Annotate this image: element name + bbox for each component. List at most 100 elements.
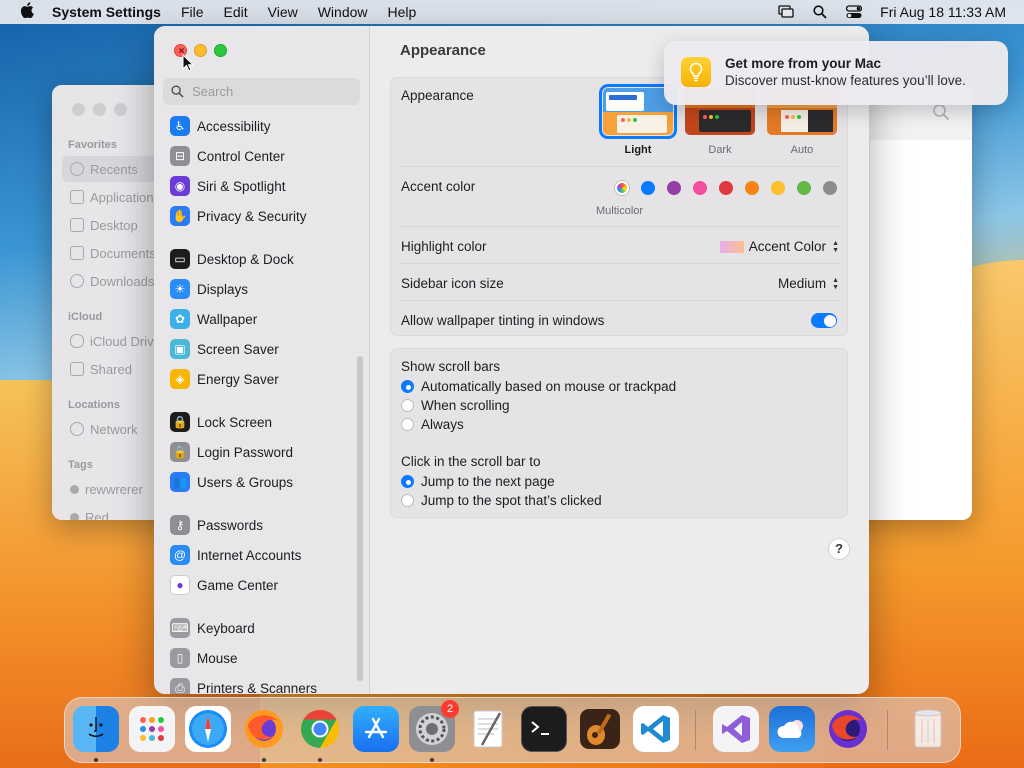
sidebar-item-passwords[interactable]: ⚷ Passwords: [162, 511, 358, 539]
finder-item-recents[interactable]: Recents: [62, 156, 162, 182]
spotlight-search-icon[interactable]: [812, 4, 828, 20]
system-settings-icon[interactable]: 2: [409, 700, 459, 752]
appearance-light-thumbnail[interactable]: [599, 84, 677, 139]
radio-unselected[interactable]: [401, 418, 414, 431]
sidebar-item-wallpaper[interactable]: ✿ Wallpaper: [162, 305, 358, 333]
sidebar-item-internet-accounts[interactable]: @ Internet Accounts: [162, 541, 358, 569]
finder-icon[interactable]: [73, 706, 119, 752]
sidebar-item-keyboard[interactable]: ⌨ Keyboard: [162, 614, 358, 642]
accent-red-swatch[interactable]: [719, 181, 733, 195]
menu-window[interactable]: Window: [318, 4, 368, 20]
control-center-icon[interactable]: [846, 4, 863, 20]
accent-purple-swatch[interactable]: [667, 181, 681, 195]
finder-search-icon[interactable]: [932, 103, 952, 123]
firefox-icon[interactable]: [241, 706, 287, 752]
accent-blue-swatch[interactable]: [641, 181, 655, 195]
mouse-cursor-icon: [182, 54, 194, 72]
scroll-bars-option-when-scrolling[interactable]: When scrolling: [401, 398, 510, 413]
terminal-icon[interactable]: [521, 706, 567, 752]
finder-item-tag-red[interactable]: Red: [62, 504, 162, 520]
finder-minimize-button[interactable]: [93, 103, 106, 116]
finder-item-tag[interactable]: rewwrerer: [62, 476, 162, 502]
accent-orange-swatch[interactable]: [745, 181, 759, 195]
app-store-icon[interactable]: [353, 706, 399, 752]
radio-label: Jump to the next page: [421, 474, 555, 489]
search-input[interactable]: [192, 84, 352, 99]
accent-yellow-swatch[interactable]: [771, 181, 785, 195]
finder-item-shared[interactable]: Shared: [62, 356, 162, 382]
sidebar-item-login-password[interactable]: 🔒 Login Password: [162, 438, 358, 466]
chrome-icon[interactable]: [297, 706, 343, 752]
accent-graphite-swatch[interactable]: [823, 181, 837, 195]
radio-unselected[interactable]: [401, 494, 414, 507]
screen-mirroring-icon[interactable]: [778, 4, 794, 20]
sidebar-item-energy-saver[interactable]: ◈ Energy Saver: [162, 365, 358, 393]
accent-green-swatch[interactable]: [797, 181, 811, 195]
menu-clock[interactable]: Fri Aug 18 11:33 AM: [880, 4, 1006, 20]
accent-pink-swatch[interactable]: [693, 181, 707, 195]
menu-edit[interactable]: Edit: [224, 4, 248, 20]
menu-view[interactable]: View: [268, 4, 298, 20]
click-scroll-option-next-page[interactable]: Jump to the next page: [401, 474, 555, 489]
finder-zoom-button[interactable]: [114, 103, 127, 116]
radio-selected[interactable]: [401, 475, 414, 488]
minimize-button[interactable]: [194, 44, 207, 57]
mouse-icon: ▯: [170, 648, 190, 668]
sidebar-item-mouse[interactable]: ▯ Mouse: [162, 644, 358, 672]
menu-file[interactable]: File: [181, 4, 204, 20]
accessibility-icon: ♿: [170, 116, 190, 136]
notification-banner[interactable]: Get more from your Mac Discover must-kno…: [664, 41, 1008, 105]
highlight-color-popup[interactable]: Accent Color ▲ ▼: [711, 239, 839, 254]
sidebar-item-screen-saver[interactable]: ▣ Screen Saver: [162, 335, 358, 363]
click-scroll-option-spot-clicked[interactable]: Jump to the spot that’s clicked: [401, 493, 602, 508]
finder-item-label: rewwrerer: [85, 481, 143, 497]
appearance-settings-panel: Appearance Light Dark Auto Accent color: [390, 77, 848, 336]
sidebar-item-displays[interactable]: ☀ Displays: [162, 275, 358, 303]
safari-icon[interactable]: [185, 706, 231, 752]
accent-multicolor-swatch[interactable]: [615, 181, 629, 195]
menu-help[interactable]: Help: [388, 4, 417, 20]
sidebar-item-users-groups[interactable]: 👥 Users & Groups: [162, 468, 358, 496]
finder-item-documents[interactable]: Documents: [62, 240, 162, 266]
finder-item-icloud-drive[interactable]: iCloud Drive: [62, 328, 162, 354]
radio-selected[interactable]: [401, 380, 414, 393]
wallpaper-tinting-toggle[interactable]: [811, 313, 837, 328]
finder-item-desktop[interactable]: Desktop: [62, 212, 162, 238]
sidebar-item-accessibility[interactable]: ♿ Accessibility: [162, 112, 358, 140]
sidebar-icon-size-popup[interactable]: Medium ▲ ▼: [739, 276, 839, 291]
visual-studio-icon[interactable]: [713, 706, 759, 752]
sidebar-item-siri-spotlight[interactable]: ◉ Siri & Spotlight: [162, 172, 358, 200]
scroll-bars-option-always[interactable]: Always: [401, 417, 464, 432]
finder-close-button[interactable]: [72, 103, 85, 116]
textedit-icon[interactable]: [465, 706, 511, 752]
sidebar-item-printers-scanners[interactable]: ⎙ Printers & Scanners: [162, 674, 358, 694]
sidebar-scrollbar[interactable]: [357, 356, 363, 681]
menu-app-name[interactable]: System Settings: [52, 4, 161, 20]
launchpad-icon[interactable]: [129, 706, 175, 752]
sidebar-item-lock-screen[interactable]: 🔒 Lock Screen: [162, 408, 358, 436]
sidebar-item-desktop-dock[interactable]: ▭ Desktop & Dock: [162, 245, 358, 273]
sidebar-item-privacy-security[interactable]: ✋ Privacy & Security: [162, 202, 358, 230]
radio-unselected[interactable]: [401, 399, 414, 412]
tag-dot-icon: [70, 512, 79, 520]
garageband-icon[interactable]: [577, 706, 623, 752]
scroll-bars-option-automatic[interactable]: Automatically based on mouse or trackpad: [401, 379, 676, 394]
accent-selected-label: Multicolor: [596, 205, 644, 217]
firefox-nightly-icon[interactable]: [825, 706, 871, 752]
help-button[interactable]: ?: [828, 538, 850, 560]
zoom-button[interactable]: [214, 44, 227, 57]
search-field[interactable]: [163, 78, 360, 105]
finder-item-downloads[interactable]: Downloads: [62, 268, 162, 294]
finder-item-applications[interactable]: Applications: [62, 184, 162, 210]
system-settings-window: × ♿Accessibility ⊟Control Center ◉Siri &…: [154, 26, 869, 694]
sidebar-item-game-center[interactable]: ● Game Center: [162, 571, 358, 599]
weather-icon[interactable]: [769, 706, 815, 752]
flower-icon: ✿: [170, 309, 190, 329]
vscode-icon[interactable]: [633, 706, 679, 752]
finder-item-network[interactable]: Network: [62, 416, 162, 442]
radio-label: When scrolling: [421, 398, 510, 413]
apple-menu-icon[interactable]: [18, 1, 36, 23]
show-scroll-bars-label: Show scroll bars: [401, 359, 501, 374]
sidebar-item-control-center[interactable]: ⊟ Control Center: [162, 142, 358, 170]
trash-icon[interactable]: [905, 706, 951, 752]
